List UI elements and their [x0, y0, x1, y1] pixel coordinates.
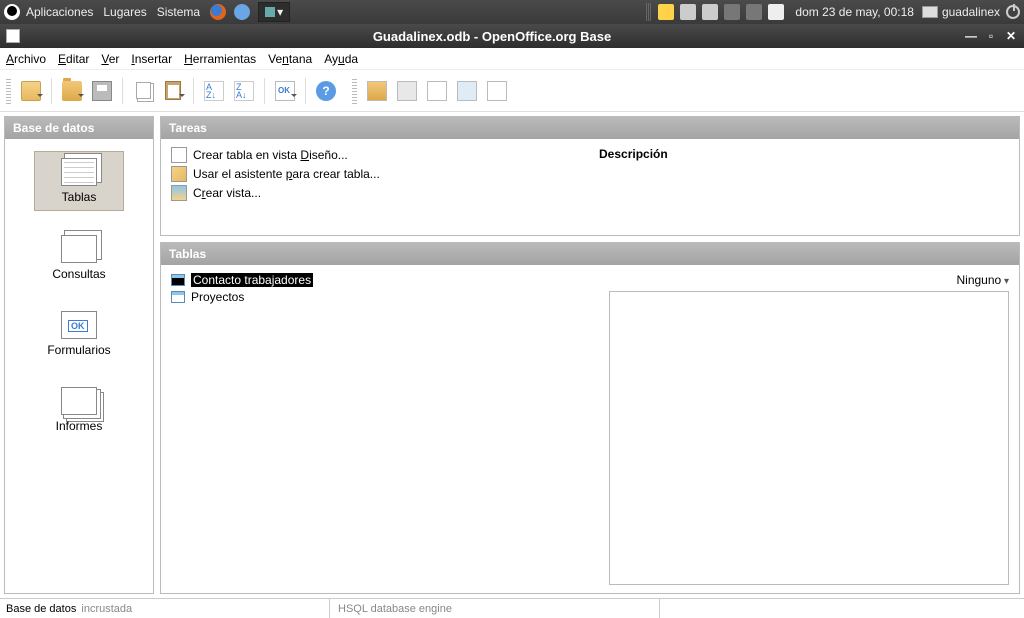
description-header: Descripción	[599, 147, 668, 161]
task-item[interactable]: Crear vista...	[171, 185, 599, 201]
menu-bar: Archivo Editar Ver Insertar Herramientas Vent…	[0, 48, 1024, 70]
window-title: Guadalinex.odb - OpenOffice.org Base	[26, 29, 958, 44]
network-icon[interactable]	[724, 4, 740, 20]
workspace-switcher[interactable]	[922, 6, 938, 18]
sidebar-item-label: Formularios	[47, 343, 110, 357]
drive-icon[interactable]	[702, 4, 718, 20]
firefox-icon[interactable]	[210, 4, 226, 20]
table-name: Contacto trabajadores	[191, 273, 313, 287]
sidebar-item-query[interactable]: Consultas	[34, 229, 124, 287]
table-list: Contacto trabajadores Proyectos	[171, 273, 599, 585]
distro-icon	[4, 4, 20, 20]
description-column: Descripción	[599, 147, 1009, 227]
system-panel: Aplicaciones Lugares Sistema ▾ dom 23 de…	[0, 0, 1024, 24]
toolbar-grip-2[interactable]	[352, 78, 357, 104]
table-icon	[171, 274, 185, 286]
sidebar-item-tables[interactable]: Tablas	[34, 151, 124, 211]
table-name: Proyectos	[191, 290, 244, 304]
sysmenu-places[interactable]: Lugares	[103, 5, 146, 19]
sysmenu-apps[interactable]: Aplicaciones	[26, 5, 93, 19]
task-label: Crear vista...	[193, 186, 261, 200]
menu-1[interactable]: Editar	[58, 52, 89, 66]
table-row[interactable]: Proyectos	[171, 290, 599, 304]
taskbar-active-window[interactable]: ▾	[258, 2, 290, 22]
tables-header: Tablas	[161, 243, 1019, 265]
tool-3[interactable]	[423, 77, 451, 105]
help-button[interactable]: ?	[312, 77, 340, 105]
query-icon	[61, 235, 97, 263]
task-icon	[171, 147, 187, 163]
task-list: Crear tabla en vista Diseño... Usar el as…	[171, 147, 599, 227]
save-button[interactable]	[88, 77, 116, 105]
sidebar-item-reports[interactable]: Informes	[34, 381, 124, 439]
sort-asc-button[interactable]: AZ↓	[200, 77, 228, 105]
task-icon	[171, 185, 187, 201]
taskbar-app-label[interactable]: guadalinex	[942, 5, 1000, 19]
tool-1[interactable]	[363, 77, 391, 105]
close-button[interactable]: ✕	[1004, 29, 1018, 43]
tasks-header: Tareas	[161, 117, 1019, 139]
task-label: Usar el asistente para crear tabla...	[193, 167, 380, 181]
maximize-button[interactable]: ▫	[984, 29, 998, 43]
sort-desc-button[interactable]: ZA↓	[230, 77, 258, 105]
menu-4[interactable]: Herramientas	[184, 52, 256, 66]
forms-icon	[61, 311, 97, 339]
status-db: Base de datos incrustada	[0, 599, 330, 618]
tool-4[interactable]	[453, 77, 481, 105]
toolbar-grip[interactable]	[6, 78, 11, 104]
preview-column: Ninguno	[609, 273, 1009, 585]
preview-box	[609, 291, 1009, 585]
form-button[interactable]	[271, 77, 299, 105]
sysmenu-system[interactable]: Sistema	[157, 5, 200, 19]
preview-mode-dropdown[interactable]: Ninguno	[956, 273, 1009, 287]
open-button[interactable]	[58, 77, 86, 105]
volume-icon[interactable]	[746, 4, 762, 20]
toolbar: AZ↓ ZA↓ ?	[0, 70, 1024, 112]
paste-button[interactable]	[159, 77, 187, 105]
task-item[interactable]: Usar el asistente para crear tabla...	[171, 166, 599, 182]
task-item[interactable]: Crear tabla en vista Diseño...	[171, 147, 599, 163]
mail-icon[interactable]	[768, 4, 784, 20]
tips-icon[interactable]	[658, 4, 674, 20]
menu-6[interactable]: Ayuda	[324, 52, 358, 66]
copy-button[interactable]	[129, 77, 157, 105]
clock[interactable]: dom 23 de may, 00:18	[795, 5, 914, 19]
new-button[interactable]	[17, 77, 45, 105]
table-row[interactable]: Contacto trabajadores	[171, 273, 599, 287]
sidebar-item-forms[interactable]: Formularios	[34, 305, 124, 363]
menu-0[interactable]: Archivo	[6, 52, 46, 66]
sidebar-item-label: Informes	[56, 419, 103, 433]
printer-icon[interactable]	[680, 4, 696, 20]
document-icon	[6, 29, 20, 43]
tables-panel: Tablas Contacto trabajadores Proyectos Ni…	[160, 242, 1020, 594]
status-engine: HSQL database engine	[330, 599, 660, 618]
status-bar: Base de datos incrustada HSQL database e…	[0, 598, 1024, 618]
task-label: Crear tabla en vista Diseño...	[193, 148, 348, 162]
menu-3[interactable]: Insertar	[131, 52, 172, 66]
tool-5[interactable]	[483, 77, 511, 105]
tasks-panel: Tareas Crear tabla en vista Diseño... Usa…	[160, 116, 1020, 236]
database-sidebar: Base de datos Tablas Consultas Formularios…	[4, 116, 154, 594]
reports-icon	[61, 387, 97, 415]
browser-icon[interactable]	[234, 4, 250, 20]
table-icon	[171, 291, 185, 303]
sidebar-header: Base de datos	[5, 117, 153, 139]
menu-5[interactable]: Ventana	[268, 52, 312, 66]
tables-icon	[61, 158, 97, 186]
menu-2[interactable]: Ver	[101, 52, 119, 66]
tray-separator	[646, 3, 651, 21]
power-icon[interactable]	[1006, 5, 1020, 19]
sidebar-item-label: Tablas	[62, 190, 97, 204]
task-icon	[171, 166, 187, 182]
sidebar-item-label: Consultas	[52, 267, 105, 281]
tool-2[interactable]	[393, 77, 421, 105]
window-titlebar[interactable]: Guadalinex.odb - OpenOffice.org Base — ▫…	[0, 24, 1024, 48]
minimize-button[interactable]: —	[964, 29, 978, 43]
